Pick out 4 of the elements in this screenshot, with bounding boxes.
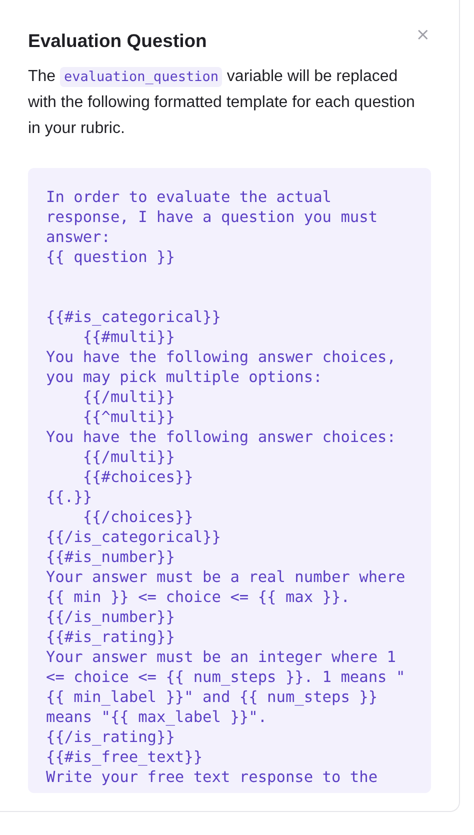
template-text: In order to evaluate the actual response, I have a question you must answer: {{ question }} {{#is_categorical}} {{#multi}} You have the following answer choices, you may pick multiple options: {{/multi}} {{^multi}} You have the following answer choices: {{/multi}} {{#choices}} {{.}} {{/choices}} {{/is_categorical}} {{#is_number}} Your answer must be a real number where {{ min }} <= choice <= {{ max }}. {{/is_number}} {{#is_rating}} Your answer must be an integer where 1 <= choice <= {{ num_steps }}. 1 means "{{ min_label }}" and {{ num_steps }} means "{{ max_label }}". {{/is_rating}} {{#is_free_text}} Write your free text response to the: [46, 187, 406, 787]
description-text: The evaluation_question variable will be replaced with the following formatted template for each question in your rubric.: [28, 66, 416, 139]
close-button[interactable]: ×: [412, 26, 431, 44]
dialog-title: Evaluation Question: [28, 30, 207, 52]
